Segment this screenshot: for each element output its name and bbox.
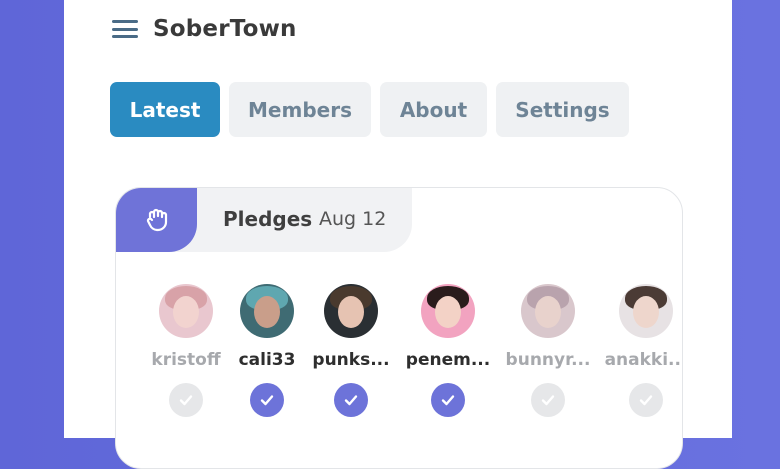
avatar [159,284,213,338]
avatar [521,284,575,338]
avatar [240,284,294,338]
pledges-date: Aug 12 [319,208,387,230]
app-title: SoberTown [153,16,297,42]
pledges-icon-box [116,188,197,252]
check-circle-icon [250,383,284,417]
check-circle-icon [531,383,565,417]
member-item[interactable]: anakki... [586,284,683,417]
tab-about[interactable]: About [380,82,487,137]
check-circle-icon [629,383,663,417]
check-circle-icon [334,383,368,417]
avatar [421,284,475,338]
pledges-title: Pledges [223,207,313,231]
check-circle-icon [169,383,203,417]
tab-settings[interactable]: Settings [496,82,629,137]
pledges-card-header: Pledges Aug 12 [116,188,412,252]
raised-fist-icon [146,208,167,232]
tab-latest[interactable]: Latest [110,82,220,137]
tab-bar: Latest Members About Settings [110,82,629,137]
member-name: anakki... [604,350,683,370]
pledge-members-list: kristoff cali33 punks... penem... bunnyr… [116,284,682,424]
tab-members[interactable]: Members [229,82,371,137]
avatar [619,284,673,338]
avatar [324,284,378,338]
app-panel: SoberTown Latest Members About Settings … [64,0,732,469]
pledges-card: Pledges Aug 12 kristoff cali33 punks... … [115,187,683,469]
app-header: SoberTown [112,14,297,44]
check-circle-icon [431,383,465,417]
hamburger-menu-icon[interactable] [112,20,138,38]
